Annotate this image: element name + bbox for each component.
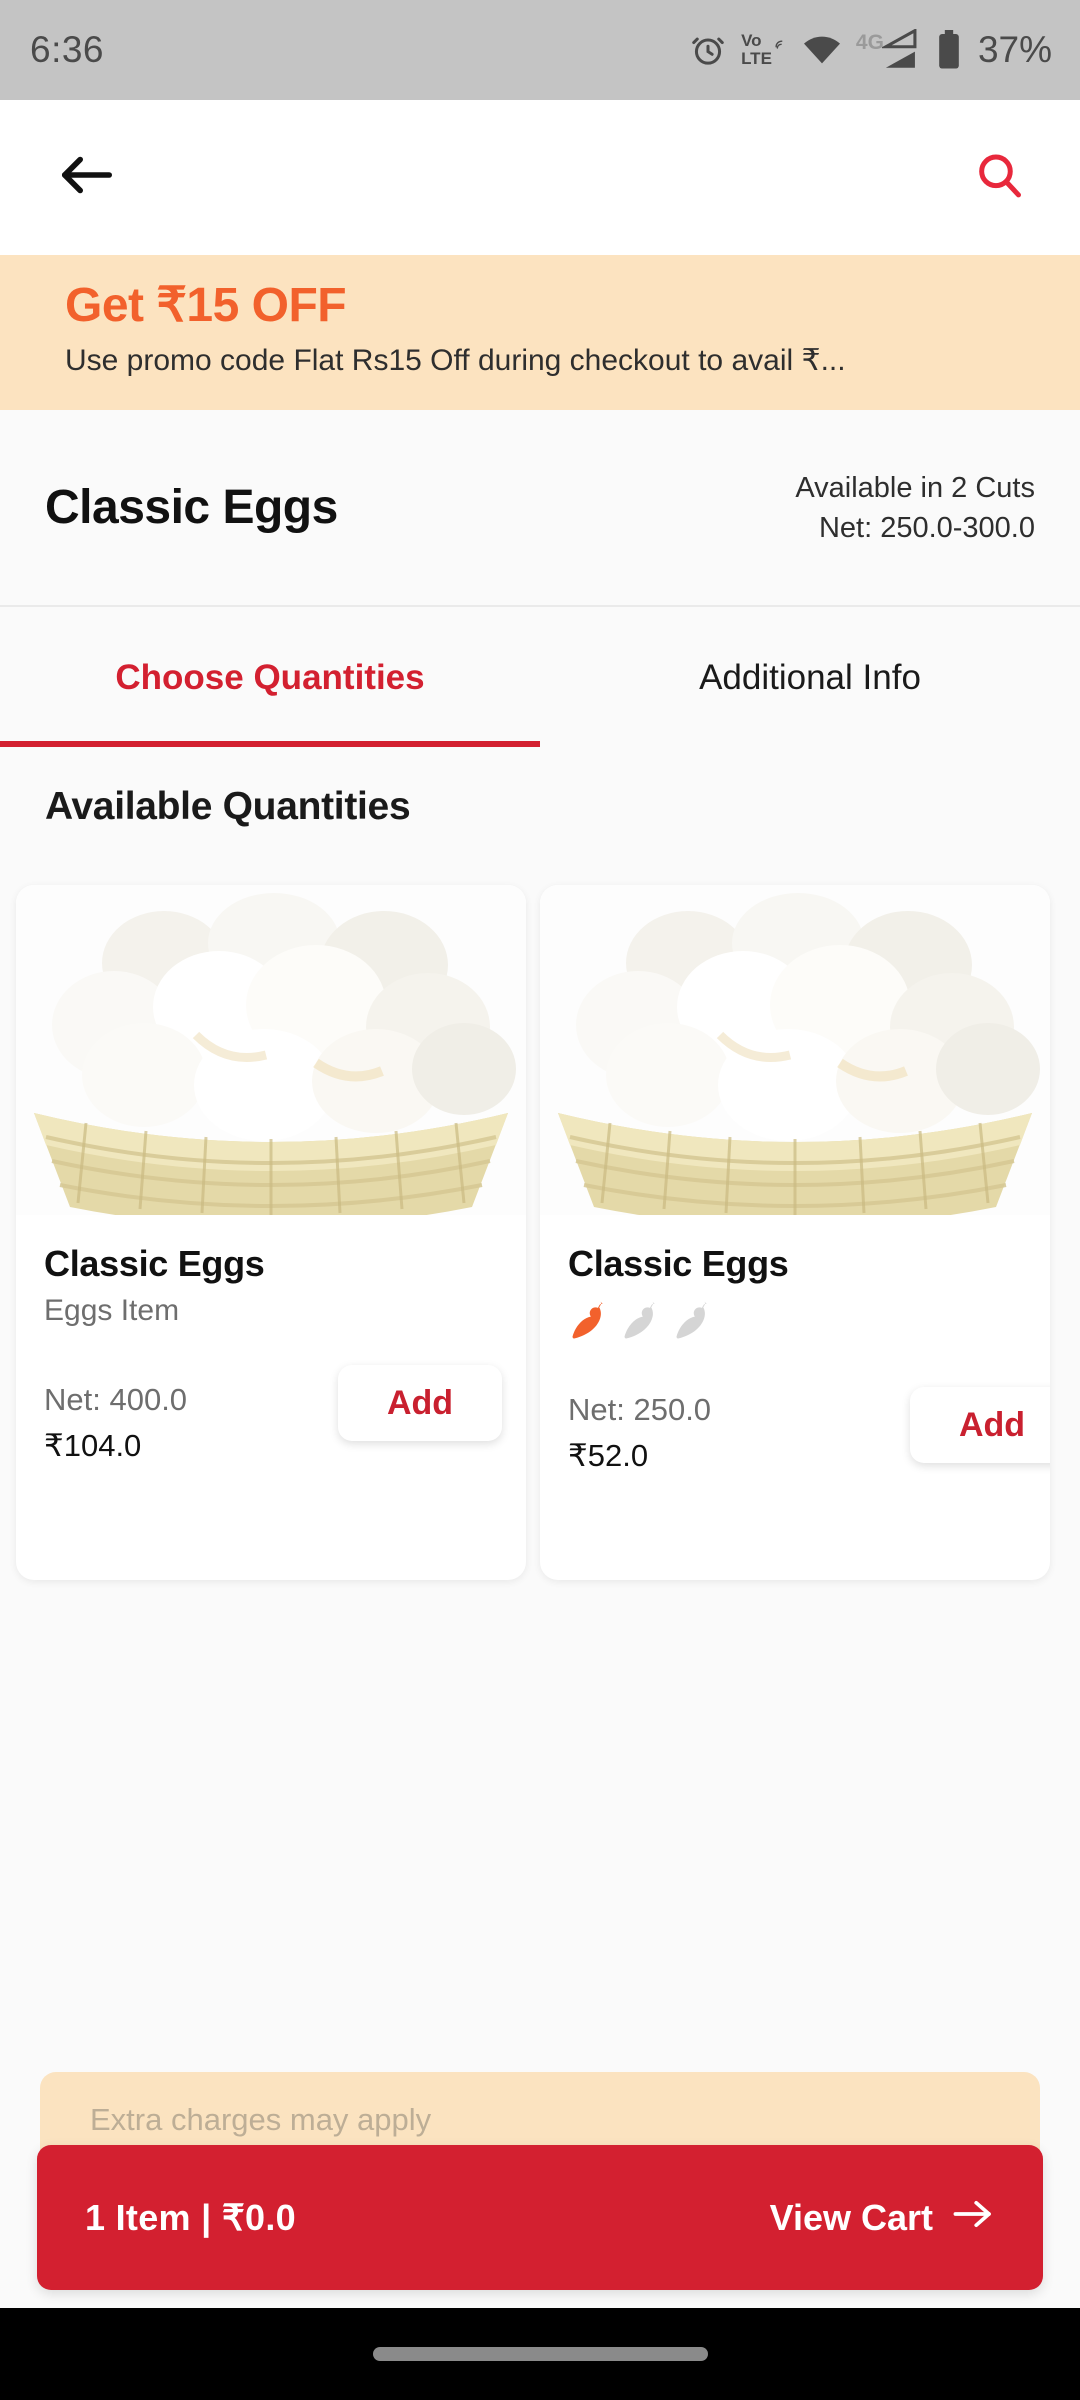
product-meta: Available in 2 Cuts Net: 250.0-300.0 xyxy=(795,468,1035,548)
tab-choose-quantities[interactable]: Choose Quantities xyxy=(0,609,540,747)
back-arrow-icon xyxy=(57,150,115,205)
back-button[interactable] xyxy=(50,142,122,214)
tab-additional-info[interactable]: Additional Info xyxy=(540,609,1080,747)
card-title: Classic Eggs xyxy=(44,1243,265,1284)
app-screen: 6:36 Vo LTE 4G 37% Get ₹15 OFF Use promo… xyxy=(0,0,1080,2400)
eggs-basket-image xyxy=(16,885,526,1215)
search-icon xyxy=(973,149,1025,206)
promo-banner[interactable]: Get ₹15 OFF Use promo code Flat Rs15 Off… xyxy=(0,255,1080,410)
product-card[interactable]: Classic Eggs Net: 250.0 ₹52.0 Add xyxy=(540,885,1050,1580)
home-indicator[interactable] xyxy=(372,2347,708,2361)
promo-title: Get ₹15 OFF xyxy=(65,279,347,332)
view-cart-label: View Cart xyxy=(769,2196,933,2238)
status-icons: Vo LTE 4G 37% xyxy=(689,29,1052,71)
card-body: Classic Eggs Net: 250.0 ₹52.0 Add xyxy=(540,1215,1050,1580)
status-time: 6:36 xyxy=(30,29,105,70)
product-grid: Classic Eggs Eggs Item Net: 400.0 ₹104.0… xyxy=(0,885,1080,1580)
app-bar xyxy=(0,100,1080,255)
product-card[interactable]: Classic Eggs Eggs Item Net: 400.0 ₹104.0… xyxy=(16,885,526,1580)
battery-percent: 37% xyxy=(977,29,1052,70)
signal-icon: 4G xyxy=(856,29,922,71)
arrow-right-icon xyxy=(951,2197,995,2239)
volte-icon: Vo LTE xyxy=(741,32,788,68)
chili-icon xyxy=(672,1299,718,1346)
card-subtitle: Eggs Item xyxy=(44,1294,180,1327)
product-image xyxy=(540,885,1050,1215)
promo-subtitle: Use promo code Flat Rs15 Off during chec… xyxy=(65,344,846,377)
wifi-icon xyxy=(802,34,842,66)
spice-level-indicator xyxy=(568,1299,1022,1345)
page-title: Classic Eggs xyxy=(45,481,338,534)
product-cuts-label: Available in 2 Cuts xyxy=(795,471,1035,504)
status-bar: 6:36 Vo LTE 4G 37% xyxy=(0,0,1080,100)
view-cart-action[interactable]: View Cart xyxy=(770,2197,995,2239)
chili-icon xyxy=(620,1299,666,1346)
chili-icon xyxy=(568,1299,614,1346)
volte-line-2: LTE xyxy=(741,49,772,68)
tab-bar: Choose Quantities Additional Info xyxy=(0,609,1080,747)
card-title: Classic Eggs xyxy=(568,1243,789,1284)
eggs-basket-image xyxy=(540,885,1050,1215)
product-header: Classic Eggs Available in 2 Cuts Net: 25… xyxy=(0,410,1080,607)
battery-icon xyxy=(936,30,962,70)
add-button[interactable]: Add xyxy=(338,1365,502,1441)
extra-charges-text: Extra charges may apply xyxy=(90,2102,432,2137)
product-image xyxy=(16,885,526,1215)
system-nav-bar xyxy=(0,2308,1080,2400)
alarm-clock-icon xyxy=(689,31,727,69)
volte-line-1: Vo xyxy=(741,31,762,50)
cart-summary: 1 Item | ₹0.0 xyxy=(85,2196,296,2238)
card-body: Classic Eggs Eggs Item Net: 400.0 ₹104.0… xyxy=(16,1215,526,1580)
search-button[interactable] xyxy=(963,142,1035,214)
add-button[interactable]: Add xyxy=(910,1387,1050,1463)
network-type-label: 4G xyxy=(855,31,884,54)
view-cart-bar[interactable]: 1 Item | ₹0.0 View Cart xyxy=(37,2145,1043,2290)
section-heading: Available Quantities xyxy=(45,785,411,828)
product-net-label: Net: 250.0-300.0 xyxy=(818,511,1035,544)
